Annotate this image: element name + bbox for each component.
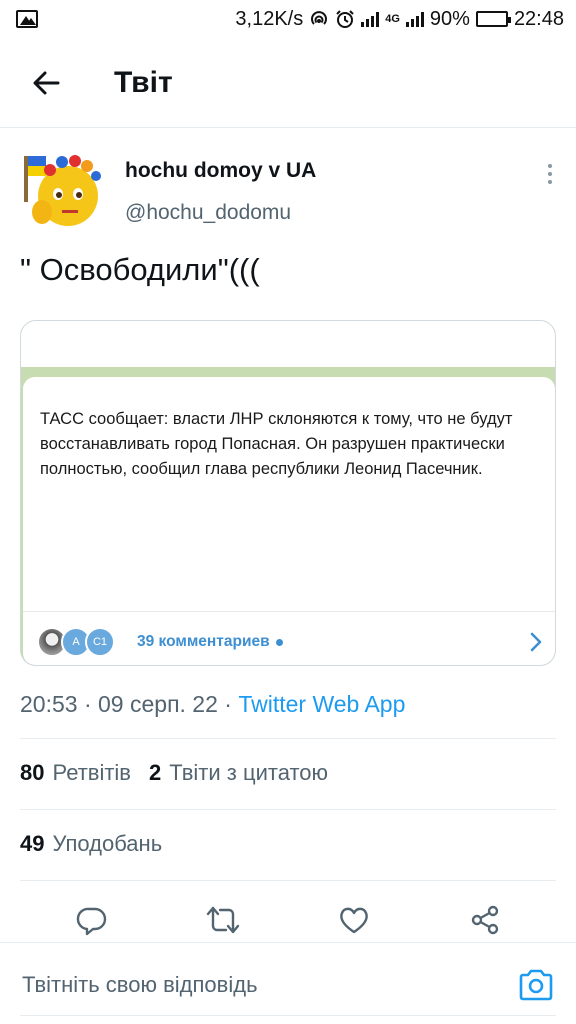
- divider: [20, 809, 556, 810]
- share-icon: [471, 905, 498, 935]
- retweet-icon: [206, 906, 239, 934]
- meta-separator: ·: [217, 691, 239, 717]
- signal-strength-icon: [361, 11, 380, 27]
- divider: [20, 880, 556, 881]
- tweet-date: 09 серп. 22: [98, 691, 218, 717]
- more-dot: [548, 164, 552, 168]
- chevron-right-icon: [530, 632, 542, 652]
- tweet-source-link[interactable]: Twitter Web App: [238, 691, 405, 717]
- meta-separator: ·: [77, 691, 99, 717]
- media-top-strip: [21, 321, 555, 367]
- signal-strength-2-icon: [405, 11, 424, 27]
- retweets-label: Ретвітів: [52, 760, 131, 785]
- quotes-count: 2: [149, 760, 162, 785]
- reply-underline: [20, 1015, 556, 1016]
- commenter-avatar-c1: С1: [85, 627, 115, 657]
- back-button[interactable]: [22, 59, 70, 107]
- retweets-count: 80: [20, 760, 45, 785]
- message-text: ТАСС сообщает: власти ЛНР склоняются к т…: [40, 410, 513, 478]
- like-button[interactable]: [330, 896, 378, 944]
- unread-dot-icon: [275, 638, 283, 646]
- alarm-icon: [336, 10, 354, 28]
- likes-stat[interactable]: 49 Уподобань: [20, 831, 162, 857]
- avatar[interactable]: [20, 146, 106, 232]
- tweet-meta: 20:53 · 09 серп. 22 · Twitter Web App: [20, 688, 405, 720]
- like-icon: [339, 907, 368, 934]
- emoji-avatar-icon: [24, 155, 101, 226]
- likes-label: Уподобань: [52, 831, 163, 856]
- likes-count: 49: [20, 831, 45, 856]
- camera-icon[interactable]: [518, 967, 554, 1003]
- quotes-label: Твіти з цитатою: [169, 760, 329, 785]
- retweets-stat[interactable]: 80 Ретвітів: [20, 760, 131, 786]
- tweet-text: " Освободили"(((: [20, 252, 260, 287]
- reply-button[interactable]: [68, 896, 116, 944]
- quotes-stat[interactable]: 2 Твіти з цитатою: [149, 760, 328, 786]
- share-button[interactable]: [461, 896, 509, 944]
- stats-row: 80 Ретвітів 2 Твіти з цитатою: [20, 760, 328, 786]
- message-bubble: ТАСС сообщает: власти ЛНР склоняются к т…: [23, 377, 555, 665]
- more-dot: [548, 172, 552, 176]
- hotspot-icon: [311, 11, 328, 25]
- tweet-author: hochu domoy v UA @hochu_dodomu: [20, 146, 560, 230]
- back-arrow-icon: [33, 71, 60, 94]
- status-bar: 3,12K/s 4G 90% 22:48: [0, 0, 576, 38]
- retweet-button[interactable]: [199, 896, 247, 944]
- tweet-media-image[interactable]: ТАСС сообщает: власти ЛНР склоняются к т…: [20, 320, 556, 666]
- tweet-time: 20:53: [20, 691, 78, 717]
- likes-row: 49 Уподобань: [20, 831, 162, 857]
- divider: [20, 738, 556, 739]
- reply-input[interactable]: [22, 961, 492, 1009]
- page-title: Твіт: [114, 65, 173, 99]
- gallery-notification-icon: [16, 10, 38, 28]
- battery-percent: 90%: [429, 7, 470, 30]
- bubble-divider: [23, 611, 555, 612]
- more-dot: [548, 180, 552, 184]
- comments-row: А С1 39 комментариев: [37, 625, 547, 659]
- reply-icon: [76, 907, 106, 936]
- network-type-label: 4G: [385, 13, 400, 25]
- reply-bar: [0, 942, 576, 1024]
- more-options-button[interactable]: [540, 160, 560, 188]
- battery-icon: [475, 11, 511, 27]
- comments-count: 39 комментариев: [137, 633, 270, 650]
- network-speed: 3,12K/s: [235, 7, 304, 30]
- app-header: Твіт: [0, 38, 576, 128]
- tweet-actions: [0, 890, 576, 950]
- author-display-name[interactable]: hochu domoy v UA: [125, 158, 316, 184]
- author-handle[interactable]: @hochu_dodomu: [125, 200, 316, 226]
- clock: 22:48: [513, 7, 564, 30]
